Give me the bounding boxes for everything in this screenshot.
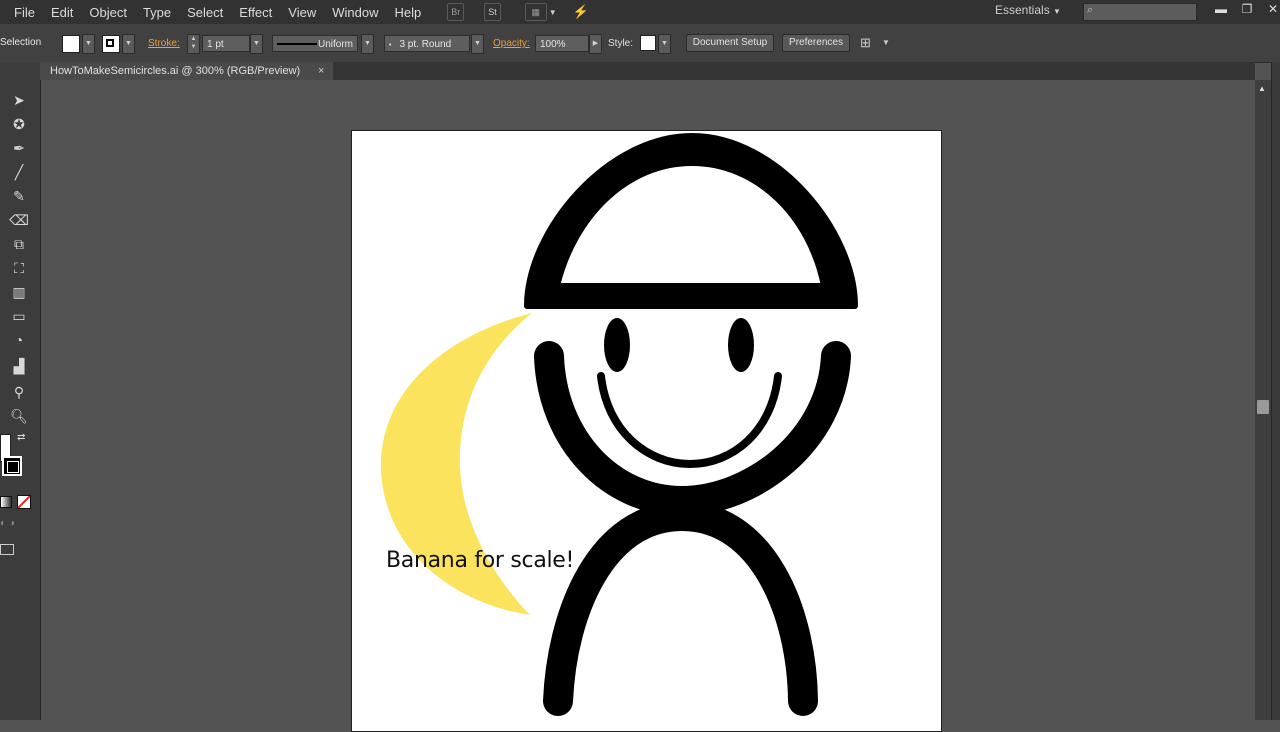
graph-tool-icon[interactable]: ▟ <box>8 356 30 376</box>
menu-edit[interactable]: Edit <box>43 5 81 20</box>
scale-tool-icon[interactable]: ⧉ <box>8 234 30 254</box>
opacity-label[interactable]: Opacity: <box>493 38 530 49</box>
menu-help[interactable]: Help <box>386 5 429 20</box>
vertical-scrollbar[interactable]: ▲ <box>1255 80 1271 720</box>
right-eye <box>728 318 754 372</box>
brush-label: 3 pt. Round <box>399 39 452 50</box>
close-icon[interactable]: ✕ <box>1262 2 1280 18</box>
menu-file[interactable]: File <box>0 5 43 20</box>
chevron-down-icon: ▼ <box>1053 7 1061 16</box>
pen-tool-icon[interactable]: ✒ <box>8 138 30 158</box>
panel-dock-strip <box>1271 62 1280 720</box>
tools-panel: ➤ ✪ ✒ ╱ ✎ ⌫ ⧉ ⛶ ▥ ▭ ◔ ▟ ⚲ 🔍︎ ⇄ ◐ ◑ <box>0 62 41 720</box>
banana-caption[interactable]: Banana for scale! <box>386 548 574 573</box>
perspective-grid-tool-icon[interactable]: ▥ <box>8 282 30 302</box>
stroke-label[interactable]: Stroke: <box>148 38 180 49</box>
control-bar: Selection ▼ ▼ Stroke: ▲ ▼ 1 pt ▼ Uniform … <box>0 24 1280 63</box>
bridge-icon[interactable]: Br <box>447 3 465 21</box>
stroke-swatch[interactable] <box>102 35 120 53</box>
variable-width-profile[interactable]: Uniform <box>272 35 358 52</box>
swap-colors-icon[interactable]: ⇄ <box>17 432 25 443</box>
free-transform-tool-icon[interactable]: ⛶ <box>8 258 30 278</box>
opacity-field[interactable]: 100% <box>535 35 589 52</box>
stroke-color-swatch[interactable] <box>2 456 22 476</box>
document-tab-bar: HowToMakeSemicircles.ai @ 300% (RGB/Prev… <box>40 62 1255 80</box>
profile-line-icon <box>277 43 317 45</box>
scroll-up-icon[interactable]: ▲ <box>1258 84 1266 93</box>
document-setup-button[interactable]: Document Setup <box>686 34 774 52</box>
eraser-tool-icon[interactable]: ⌫ <box>8 210 30 230</box>
document-tab[interactable]: HowToMakeSemicircles.ai @ 300% (RGB/Prev… <box>40 62 333 80</box>
selection-tool-icon[interactable]: ➤ <box>8 90 30 110</box>
document-tab-title: HowToMakeSemicircles.ai @ 300% (RGB/Prev… <box>50 65 301 77</box>
gpu-performance-icon[interactable]: ⚡ <box>573 4 589 20</box>
gradient-swatch-icon[interactable] <box>0 496 12 508</box>
left-eye <box>604 318 630 372</box>
stroke-weight-field[interactable]: 1 pt <box>202 35 250 52</box>
restore-icon[interactable]: ❐ <box>1236 2 1258 18</box>
menu-object[interactable]: Object <box>81 5 135 20</box>
style-dropdown[interactable]: ▼ <box>658 34 671 54</box>
search-icon: ⌕ <box>1087 4 1094 16</box>
line-tool-icon[interactable]: ╱ <box>8 162 30 182</box>
profile-label: Uniform <box>317 39 353 50</box>
paintbrush-tool-icon[interactable]: ✎ <box>8 186 30 206</box>
artboard[interactable]: Banana for scale! <box>351 130 942 732</box>
screen-mode-icon[interactable] <box>0 544 14 555</box>
workspace-label: Essentials <box>995 3 1050 17</box>
menu-window[interactable]: Window <box>324 5 386 20</box>
menu-type[interactable]: Type <box>135 5 179 20</box>
stroke-weight-dropdown[interactable]: ▼ <box>250 34 263 54</box>
artwork <box>380 133 858 716</box>
gradient-tool-icon[interactable]: ▭ <box>8 306 30 326</box>
chevron-down-icon[interactable]: ▼ <box>549 8 557 17</box>
selection-label: Selection <box>0 37 42 48</box>
shape-builder-tool-icon[interactable]: ◔ <box>8 330 30 350</box>
profile-dropdown[interactable]: ▼ <box>361 34 374 54</box>
drawing-mode-icon[interactable]: ◐ ◑ <box>0 518 15 529</box>
minimize-icon[interactable]: ▬ <box>1210 2 1232 18</box>
legs <box>543 500 818 716</box>
panel-menu-icon[interactable]: ▼ <box>882 38 890 47</box>
lasso-tool-icon[interactable]: ✪ <box>8 114 30 134</box>
zoom-tool-icon[interactable]: 🔍︎ <box>8 406 30 426</box>
menu-select[interactable]: Select <box>179 5 231 20</box>
style-label: Style: <box>608 38 634 49</box>
head-outline <box>534 341 851 517</box>
fill-dropdown[interactable]: ▼ <box>82 34 95 54</box>
menu-effect[interactable]: Effect <box>231 5 280 20</box>
stroke-stepper[interactable]: ▲ ▼ <box>187 34 200 54</box>
smile <box>597 372 782 469</box>
stock-icon[interactable]: St <box>484 3 501 21</box>
stroke-color-dropdown[interactable]: ▼ <box>122 34 135 54</box>
arrange-documents-icon[interactable]: ▦ <box>524 3 547 21</box>
preferences-button[interactable]: Preferences <box>782 34 850 52</box>
none-swatch-icon[interactable] <box>17 495 31 509</box>
eyedropper-tool-icon[interactable]: ⚲ <box>8 382 30 402</box>
close-icon[interactable]: × <box>318 62 324 80</box>
brush-dropdown[interactable]: ▼ <box>471 34 484 54</box>
fill-swatch[interactable] <box>62 35 80 53</box>
scrollbar-thumb[interactable] <box>1257 400 1269 414</box>
arrange-icon[interactable]: ⊞ <box>860 35 871 51</box>
search-input[interactable]: ⌕ <box>1083 3 1197 21</box>
graphic-style-swatch[interactable] <box>640 35 656 51</box>
opacity-dropdown[interactable]: ▶ <box>589 34 602 54</box>
menu-view[interactable]: View <box>280 5 324 20</box>
brush-definition[interactable]: • 3 pt. Round <box>384 35 470 52</box>
semicircle-helmet[interactable] <box>524 133 858 309</box>
brush-dot-icon: • <box>389 42 392 49</box>
workspace-switcher[interactable]: Essentials ▼ <box>995 3 1061 17</box>
